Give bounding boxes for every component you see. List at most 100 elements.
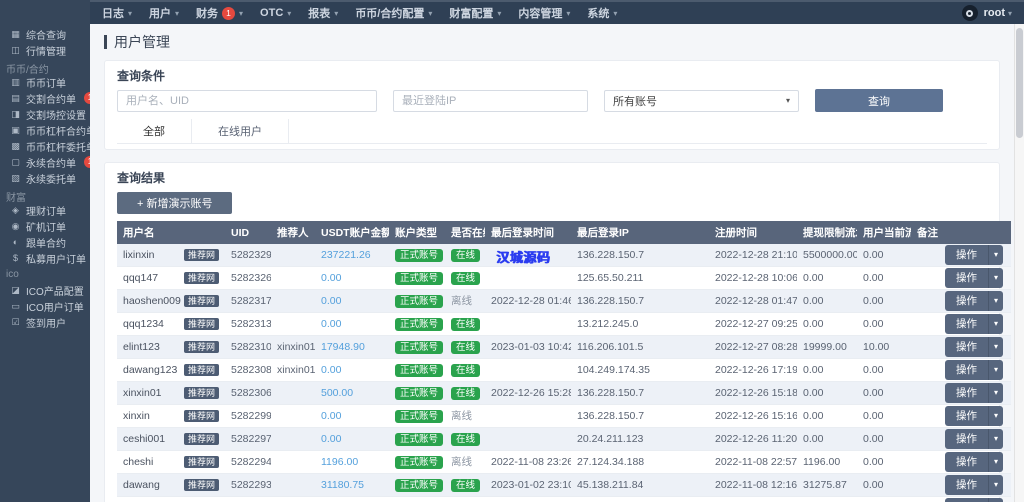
nav-item-content-management[interactable]: 内容管理 ▾ (518, 5, 570, 21)
scrollbar-thumb[interactable] (1016, 28, 1023, 138)
sidebar-item-coin-leverage-entrust[interactable]: ▩ 币币杠杆委托单 (0, 138, 90, 154)
usdt-balance-link[interactable]: 0.00 (321, 272, 341, 284)
add-demo-account-button[interactable]: + 新增演示账号 (117, 192, 233, 214)
nav-item-finance[interactable]: 财务 1 ▾ (196, 5, 243, 21)
action-dropdown-button[interactable]: ▾ (988, 337, 1004, 357)
last-login-time-cell (485, 496, 571, 502)
referral-badge[interactable]: 推荐网 (183, 479, 219, 491)
action-dropdown-button[interactable]: ▾ (988, 498, 1004, 502)
action-button[interactable]: 操作 (945, 429, 988, 449)
referral-badge[interactable]: 推荐网 (183, 364, 219, 376)
usdt-balance-link[interactable]: 31180.75 (321, 479, 364, 491)
action-dropdown-button[interactable]: ▾ (988, 268, 1004, 288)
tab-all[interactable]: 全部 (117, 119, 192, 143)
action-button[interactable]: 操作 (945, 291, 988, 311)
sidebar-item-miner-orders[interactable]: ◉ 矿机订单 (0, 218, 90, 234)
referral-badge[interactable]: 推荐网 (183, 295, 219, 307)
sidebar-item-copy-trading[interactable]: ◐ 跟单合约 (0, 234, 90, 250)
sidebar-item-coin-orders[interactable]: ▥ 币币订单 (0, 74, 90, 90)
nav-item-otc[interactable]: OTC ▾ (260, 7, 291, 19)
referral-badge[interactable]: 推荐网 (183, 318, 219, 330)
copy-trade-icon: ◐ (12, 237, 19, 247)
usdt-balance-link[interactable]: 237221.26 (321, 249, 371, 261)
referral-badge[interactable]: 推荐网 (183, 341, 219, 353)
action-button[interactable]: 操作 (945, 314, 988, 334)
sidebar-item-label: 私募用户订单 (26, 254, 86, 266)
action-dropdown-button[interactable]: ▾ (988, 383, 1004, 403)
usdt-balance-link[interactable]: 0.00 (321, 295, 341, 307)
action-button[interactable]: 操作 (945, 268, 988, 288)
usdt-balance-link[interactable]: 1196.00 (321, 456, 358, 468)
account-type-cell: 正式账号 (389, 244, 445, 267)
account-type-badge: 正式账号 (395, 479, 444, 492)
action-button[interactable]: 操作 (945, 498, 988, 502)
column-header: 备注 (911, 221, 939, 244)
referral-badge[interactable]: 推荐网 (183, 456, 219, 468)
action-dropdown-button[interactable]: ▾ (988, 452, 1004, 472)
sidebar-item-comprehensive-query[interactable]: ▦ 综合查询 (0, 26, 90, 42)
sidebar-item-delivery-contracts[interactable]: ▤ 交割合约单 1 (0, 90, 90, 106)
last-login-ip-input[interactable] (393, 89, 588, 112)
action-button[interactable]: 操作 (945, 245, 988, 265)
action-dropdown-button[interactable]: ▾ (988, 314, 1004, 334)
remark-cell (911, 312, 939, 336)
sidebar-item-checkin-users[interactable]: ☑ 签到用户 (0, 314, 90, 330)
referral-badge[interactable]: 推荐网 (183, 272, 219, 284)
action-dropdown-button[interactable]: ▾ (988, 360, 1004, 380)
register-time-cell: 2022-12-27 09:25 (709, 312, 797, 336)
nav-item-label: 报表 (308, 8, 331, 20)
sidebar-item-label: 交割合约单 (26, 94, 76, 106)
vertical-scrollbar[interactable] (1014, 24, 1024, 502)
sidebar-item-ico-user-orders[interactable]: ▭ ICO用户订单 (0, 298, 90, 314)
action-button[interactable]: 操作 (945, 475, 988, 495)
title-bar-decoration (104, 35, 107, 49)
sidebar-item-delivery-risk-settings[interactable]: ◨ 交割场控设置 (0, 106, 90, 122)
nav-item-label: 用户 (149, 8, 172, 20)
sidebar-item-private-fund-orders[interactable]: $ 私募用户订单 (0, 250, 90, 266)
username-uid-input[interactable] (117, 89, 377, 112)
usdt-balance-link[interactable]: 0.00 (321, 364, 341, 376)
usdt-balance-link[interactable]: 17948.90 (321, 341, 365, 353)
usdt-balance-link[interactable]: 0.00 (321, 433, 341, 445)
sidebar-item-perpetual-entrust[interactable]: ▧ 永续委托单 (0, 170, 90, 186)
sidebar-item-perpetual-contracts[interactable]: ▢ 永续合约单 1 (0, 154, 90, 170)
nav-item-coin-contract-config[interactable]: 币币/合约配置 ▾ (355, 5, 432, 21)
avatar[interactable] (961, 5, 978, 21)
usdt-balance-link[interactable]: 500.00 (321, 387, 353, 399)
action-cell: 操作▾ (939, 266, 1011, 290)
nav-item-system[interactable]: 系统 ▾ (587, 5, 617, 21)
sidebar-item-market-management[interactable]: ◫ 行情管理 (0, 42, 90, 58)
nav-item-wealth-config[interactable]: 财富配置 ▾ (449, 5, 501, 21)
referral-badge[interactable]: 推荐网 (183, 249, 219, 261)
action-dropdown-button[interactable]: ▾ (988, 291, 1004, 311)
action-button[interactable]: 操作 (945, 383, 988, 403)
tab-online-users[interactable]: 在线用户 (192, 119, 289, 143)
action-button[interactable]: 操作 (945, 452, 988, 472)
sidebar-section-coin-contract: 币币/合约 (6, 65, 49, 76)
action-button[interactable]: 操作 (945, 406, 988, 426)
user-menu[interactable]: root ▾ (984, 7, 1012, 19)
usdt-balance-cell: 0.00 (315, 266, 389, 290)
usdt-balance-link[interactable]: 0.00 (321, 410, 341, 422)
nav-item-logs[interactable]: 日志 ▾ (102, 5, 132, 21)
action-button[interactable]: 操作 (945, 360, 988, 380)
nav-item-users[interactable]: 用户 ▾ (149, 5, 179, 21)
action-dropdown-button[interactable]: ▾ (988, 475, 1004, 495)
account-type-select[interactable]: 所有账号 ▾ (604, 89, 799, 112)
action-dropdown-button[interactable]: ▾ (988, 429, 1004, 449)
referral-badge[interactable]: 推荐网 (183, 433, 219, 445)
referral-badge[interactable]: 推荐网 (183, 387, 219, 399)
sidebar-item-wealth-orders[interactable]: ◈ 理财订单 (0, 202, 90, 218)
action-dropdown-button[interactable]: ▾ (988, 245, 1004, 265)
usdt-balance-link[interactable]: 0.00 (321, 318, 341, 330)
search-button[interactable]: 查询 (815, 89, 943, 112)
nav-item-reports[interactable]: 报表 ▾ (308, 5, 338, 21)
table-row: elint123 推荐网 5282310 xinxin01 17948.90 正式账号 在线… (117, 335, 1011, 359)
action-button[interactable]: 操作 (945, 337, 988, 357)
sidebar-item-ico-product-config[interactable]: ◪ ICO产品配置 (0, 282, 90, 298)
referral-badge[interactable]: 推荐网 (183, 410, 219, 422)
sidebar-item-coin-leverage-contracts[interactable]: ▣ 币币杠杆合约单 (0, 122, 90, 138)
action-dropdown-button[interactable]: ▾ (988, 406, 1004, 426)
withdraw-limit-flow-cell: 0.00 (797, 427, 857, 451)
uid-cell: 5282326 (225, 266, 271, 290)
